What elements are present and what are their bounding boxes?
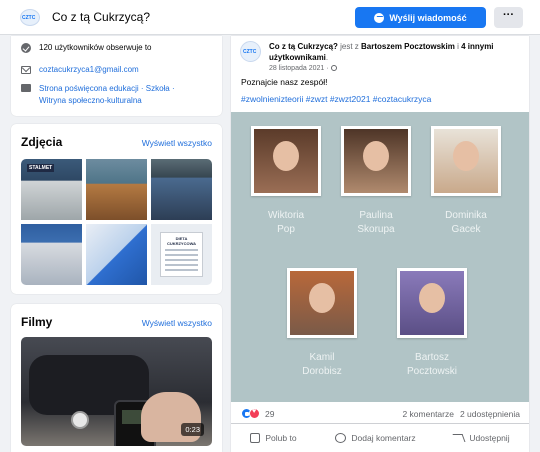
post-tagged-link[interactable]: Bartoszem Pocztowskim [361,42,455,51]
team-member: Dominika Gacek [431,126,501,237]
post-author-avatar[interactable]: CZTC [240,41,261,62]
page-title[interactable]: Co z tą Cukrzycą? [52,10,150,24]
photo-thumbnail[interactable] [86,159,147,220]
email-link[interactable]: coztacukrzyca1@gmail.com [39,65,139,74]
post-image[interactable]: Wiktoria Pop Paulina Skorupa Dominika Gacek… [231,112,529,402]
send-message-button[interactable]: Wyślij wiadomość [355,7,486,28]
team-member: Wiktoria Pop [251,126,321,237]
share-icon [452,434,466,442]
member-photo [397,268,467,338]
photo-grid: STALMET DIETA CUKRZYCOWA [21,159,212,285]
avatar-logo-text: CZTC [243,49,257,55]
category-line-2[interactable]: Witryna społeczno-kulturalna [39,96,142,105]
mail-icon [21,66,31,74]
photos-card: Zdjęcia Wyświetl wszystko STALMET DIETA … [11,124,222,294]
videos-see-all-link[interactable]: Wyświetl wszystko [142,318,212,328]
reaction-count: 29 [265,408,275,419]
member-photo [251,126,321,196]
messenger-icon [374,12,385,23]
document-title: DIETA CUKRZYCOWA [166,236,197,246]
team-member: Bartosz Pocztowski [397,268,467,379]
love-reaction-icon [249,408,260,419]
followers-text: 120 użytkowników obserwuje to [39,43,152,52]
comment-button[interactable]: Dodaj komentarz [335,428,416,448]
thumbs-up-icon [250,433,261,443]
photo-thumbnail[interactable] [21,224,82,285]
post-author-link[interactable]: Co z tą Cukrzycą? [269,42,338,51]
videos-card: Filmy Wyświetl wszystko 0:23 [11,304,222,452]
globe-icon [330,65,337,71]
shares-count[interactable]: 2 udostępnienia [460,409,520,419]
member-photo [341,126,411,196]
photos-title: Zdjęcia [21,135,63,149]
member-name: Dominika Gacek [445,210,487,235]
like-label: Polub to [265,433,297,443]
member-name: Kamil Dorobisz [302,352,342,377]
like-button[interactable]: Polub to [250,428,297,448]
followers-icon [21,43,31,53]
team-member: Paulina Skorupa [341,126,411,237]
photo-sign: STALMET [27,164,55,172]
engagement-counts: 2 komentarze 2 udostępnienia [402,409,520,419]
category-icon [21,84,31,92]
share-label: Udostępnij [469,433,510,443]
member-photo [287,268,357,338]
video-duration: 0:23 [181,423,204,436]
videos-title: Filmy [21,315,53,329]
photo-thumbnail[interactable] [86,224,147,285]
category-links[interactable]: Strona poświęcona edukacji · Szkoła · Wi… [39,83,175,107]
member-name: Bartosz Pocztowski [406,352,457,377]
photo-thumbnail[interactable]: DIETA CUKRZYCOWA [151,224,212,285]
post-with-text: jest z [337,42,362,51]
team-member: Kamil Dorobisz [287,268,357,379]
member-name: Paulina Skorupa [357,210,395,235]
post-card: CZTC Co z tą Cukrzycą? jest z Bartoszem … [231,36,529,452]
share-button[interactable]: Udostępnij [452,428,510,448]
comments-count[interactable]: 2 komentarze [402,409,454,419]
about-card: 120 użytkowników obserwuje to coztacukrz… [11,36,222,116]
video-thumbnail[interactable]: 0:23 [21,337,212,446]
post-hashtags[interactable]: #zwolnienizteorii #zwzt #zwzt2021 #cozta… [241,94,431,104]
photos-see-all-link[interactable]: Wyświetl wszystko [142,138,212,148]
comment-label: Dodaj komentarz [351,433,416,443]
category-row: Strona poświęcona edukacji · Szkoła · Wi… [21,83,175,107]
logo-text: CZTC [22,15,36,21]
photo-thumbnail[interactable]: STALMET [21,159,82,220]
post-stats: 29 2 komentarze 2 udostępnienia [231,402,529,424]
member-name: Wiktoria Pop [267,210,305,235]
email-row: coztacukrzyca1@gmail.com [21,65,139,74]
document-image: DIETA CUKRZYCOWA [160,232,203,277]
comment-icon [335,433,347,443]
photo-thumbnail[interactable] [151,159,212,220]
post-date-text[interactable]: 28 listopada 2021 · [269,65,329,72]
post-header: Co z tą Cukrzycą? jest z Bartoszem Poczt… [269,42,494,62]
post-date[interactable]: 28 listopada 2021 · [269,65,337,72]
category-line-1[interactable]: Strona poświęcona edukacji · Szkoła · [39,84,175,93]
reactions-summary[interactable]: 29 [241,408,274,419]
video-vial-image [71,411,89,429]
page-header: CZTC Co z tą Cukrzycą? Wyślij wiadomość … [0,0,540,35]
page-logo[interactable]: CZTC [20,9,40,26]
followers-row: 120 użytkowników obserwuje to [21,43,152,53]
post-actions: Polub to Dodaj komentarz Udostępnij [231,428,529,448]
more-options-button[interactable]: ··· [494,7,523,28]
post-text: Poznajcie nasz zespół! [241,77,328,87]
member-photo [431,126,501,196]
send-message-label: Wyślij wiadomość [389,12,467,23]
